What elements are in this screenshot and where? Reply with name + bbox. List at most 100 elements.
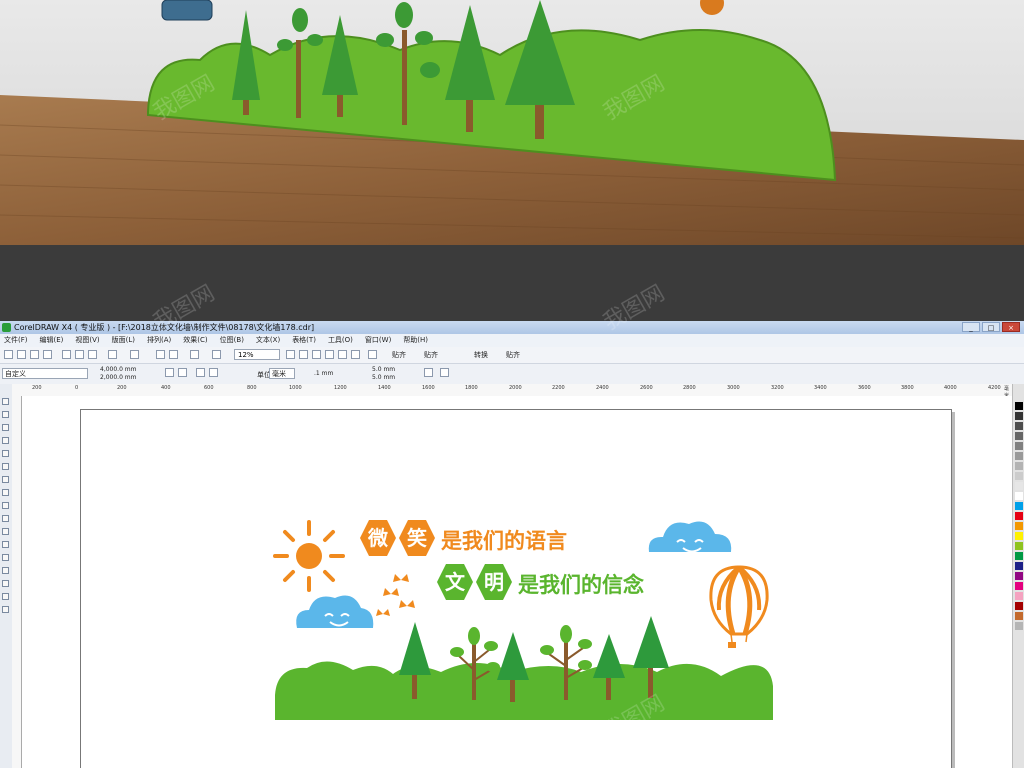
welcome-icon[interactable] bbox=[212, 350, 221, 359]
drawing-page[interactable]: 微 笑 是我们的语言 文 明 是我们的信念 bbox=[80, 409, 952, 768]
redo-icon[interactable] bbox=[130, 350, 139, 359]
palette-swatch[interactable] bbox=[1015, 582, 1023, 590]
coreldraw-window: CorelDRAW X4 ( 专业版 ) - [F:\2018立体文化墙\制作文… bbox=[0, 321, 1024, 768]
page-height-field[interactable]: 2,000.0 mm bbox=[100, 374, 137, 382]
menu-table[interactable]: 表格(T) bbox=[292, 334, 316, 347]
landscape-icon[interactable] bbox=[178, 368, 187, 377]
treat-as-filled-icon[interactable] bbox=[424, 368, 433, 377]
snap-guides-toggle[interactable]: 贴齐 bbox=[424, 349, 438, 361]
separator-band bbox=[0, 245, 1024, 321]
eyedropper-tool-icon[interactable] bbox=[2, 567, 9, 574]
zoom-tool-icon[interactable] bbox=[2, 437, 9, 444]
convert-toggle[interactable]: 转换 bbox=[474, 349, 488, 361]
ellipse-tool-icon[interactable] bbox=[2, 489, 9, 496]
menu-arrange[interactable]: 排列(A) bbox=[147, 334, 171, 347]
menu-view[interactable]: 视图(V) bbox=[75, 334, 99, 347]
slogan-line-2: 是我们的信念 bbox=[518, 573, 644, 597]
portrait-icon[interactable] bbox=[165, 368, 174, 377]
export-icon[interactable] bbox=[169, 350, 178, 359]
drawing-canvas[interactable]: 微 笑 是我们的语言 文 明 是我们的信念 bbox=[22, 396, 1012, 768]
crop-tool-icon[interactable] bbox=[2, 424, 9, 431]
palette-swatch[interactable] bbox=[1015, 452, 1023, 460]
ruler-tick: 200 bbox=[32, 385, 42, 391]
page-preset-select[interactable]: 自定义 bbox=[2, 368, 88, 379]
palette-swatch[interactable] bbox=[1015, 562, 1023, 570]
all-pages-icon[interactable] bbox=[196, 368, 205, 377]
basic-shapes-tool-icon[interactable] bbox=[2, 515, 9, 522]
interactive-blend-tool-icon[interactable] bbox=[2, 554, 9, 561]
current-page-icon[interactable] bbox=[209, 368, 218, 377]
new-icon[interactable] bbox=[4, 350, 13, 359]
paste-icon[interactable] bbox=[88, 350, 97, 359]
zoom-in-icon[interactable] bbox=[286, 350, 295, 359]
menu-tools[interactable]: 工具(O) bbox=[328, 334, 353, 347]
duplicate-y-field[interactable]: 5.0 mm bbox=[372, 374, 395, 382]
menu-edit[interactable]: 编辑(E) bbox=[40, 334, 64, 347]
interactive-fill-tool-icon[interactable] bbox=[2, 606, 9, 613]
menu-help[interactable]: 帮助(H) bbox=[403, 334, 428, 347]
units-select[interactable]: 毫米 bbox=[269, 368, 295, 379]
smart-fill-tool-icon[interactable] bbox=[2, 463, 9, 470]
menu-file[interactable]: 文件(F) bbox=[4, 334, 28, 347]
palette-swatch[interactable] bbox=[1015, 492, 1023, 500]
palette-swatch[interactable] bbox=[1015, 402, 1023, 410]
table-tool-icon[interactable] bbox=[2, 541, 9, 548]
application-launcher-icon[interactable] bbox=[190, 350, 199, 359]
palette-swatch[interactable] bbox=[1015, 522, 1023, 530]
minimize-button[interactable]: _ bbox=[962, 322, 980, 332]
palette-swatch[interactable] bbox=[1015, 422, 1023, 430]
polygon-tool-icon[interactable] bbox=[2, 502, 9, 509]
palette-swatch[interactable] bbox=[1015, 622, 1023, 630]
close-button[interactable]: × bbox=[1002, 322, 1020, 332]
zoom-width-icon[interactable] bbox=[351, 350, 360, 359]
save-icon[interactable] bbox=[30, 350, 39, 359]
zoom-page-icon[interactable] bbox=[338, 350, 347, 359]
menu-bar: 文件(F) 编辑(E) 视图(V) 版面(L) 排列(A) 效果(C) 位图(B… bbox=[0, 334, 1024, 347]
palette-swatch[interactable] bbox=[1015, 412, 1023, 420]
maximize-button[interactable]: □ bbox=[982, 322, 1000, 332]
palette-swatch[interactable] bbox=[1015, 502, 1023, 510]
outline-tool-icon[interactable] bbox=[2, 580, 9, 587]
duplicate-x-field[interactable]: 5.0 mm bbox=[372, 366, 395, 374]
pan-icon[interactable] bbox=[368, 350, 377, 359]
palette-swatch[interactable] bbox=[1015, 602, 1023, 610]
palette-swatch[interactable] bbox=[1015, 572, 1023, 580]
menu-window[interactable]: 窗口(W) bbox=[365, 334, 391, 347]
palette-swatch[interactable] bbox=[1015, 442, 1023, 450]
palette-swatch[interactable] bbox=[1015, 432, 1023, 440]
palette-swatch[interactable] bbox=[1015, 552, 1023, 560]
copy-icon[interactable] bbox=[75, 350, 84, 359]
snap-grid-toggle[interactable]: 贴齐 bbox=[392, 349, 406, 361]
import-icon[interactable] bbox=[156, 350, 165, 359]
palette-swatch[interactable] bbox=[1015, 532, 1023, 540]
shape-tool-icon[interactable] bbox=[2, 411, 9, 418]
draw-when-moving-icon[interactable] bbox=[440, 368, 449, 377]
menu-text[interactable]: 文本(X) bbox=[256, 334, 280, 347]
undo-icon[interactable] bbox=[108, 350, 117, 359]
palette-swatch[interactable] bbox=[1015, 542, 1023, 550]
palette-swatch[interactable] bbox=[1015, 482, 1023, 490]
rectangle-tool-icon[interactable] bbox=[2, 476, 9, 483]
menu-layout[interactable]: 版面(L) bbox=[112, 334, 135, 347]
page-width-field[interactable]: 4,000.0 mm bbox=[100, 366, 137, 374]
palette-swatch[interactable] bbox=[1015, 472, 1023, 480]
palette-swatch[interactable] bbox=[1015, 592, 1023, 600]
zoom-selected-icon[interactable] bbox=[312, 350, 321, 359]
zoom-out-icon[interactable] bbox=[299, 350, 308, 359]
menu-bitmaps[interactable]: 位图(B) bbox=[220, 334, 244, 347]
pick-tool-icon[interactable] bbox=[2, 398, 9, 405]
open-icon[interactable] bbox=[17, 350, 26, 359]
zoom-all-icon[interactable] bbox=[325, 350, 334, 359]
zoom-level-select[interactable]: 12% bbox=[234, 349, 280, 360]
nudge-distance-field[interactable]: .1 mm bbox=[314, 370, 333, 378]
palette-swatch[interactable] bbox=[1015, 512, 1023, 520]
cut-icon[interactable] bbox=[62, 350, 71, 359]
text-tool-icon[interactable] bbox=[2, 528, 9, 535]
print-icon[interactable] bbox=[43, 350, 52, 359]
palette-swatch[interactable] bbox=[1015, 612, 1023, 620]
freehand-tool-icon[interactable] bbox=[2, 450, 9, 457]
menu-effects[interactable]: 效果(C) bbox=[183, 334, 207, 347]
snap-objects-toggle[interactable]: 贴齐 bbox=[506, 349, 520, 361]
palette-swatch[interactable] bbox=[1015, 462, 1023, 470]
fill-tool-icon[interactable] bbox=[2, 593, 9, 600]
